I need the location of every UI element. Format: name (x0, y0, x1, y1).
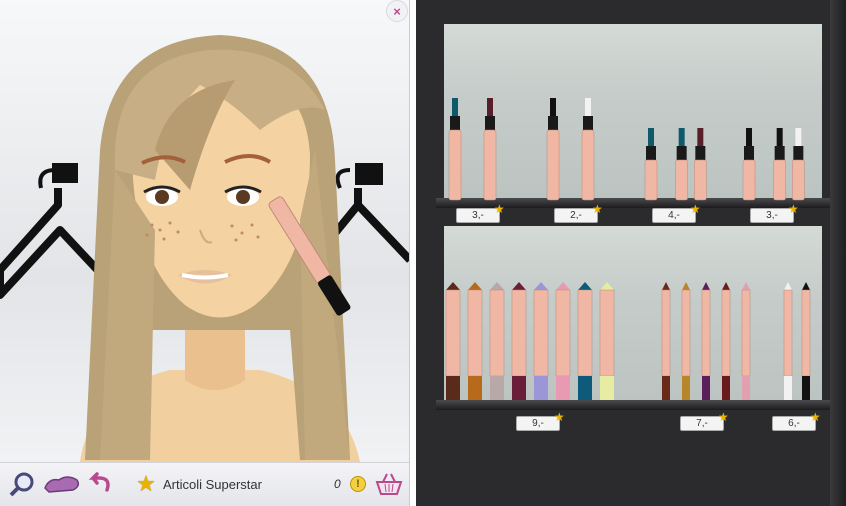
star-icon: ★ (136, 471, 156, 496)
price-star-icon: ★ (494, 202, 505, 216)
pencil-item[interactable] (445, 282, 461, 400)
basket-icon[interactable] (374, 469, 404, 499)
pencil-item[interactable] (721, 282, 731, 400)
price-star-icon: ★ (554, 410, 565, 424)
shoe-icon[interactable] (42, 469, 82, 499)
coin-icon: ! (348, 469, 368, 499)
pencil-item[interactable] (681, 282, 691, 400)
magnifier-icon[interactable] (8, 469, 36, 499)
pencil-item[interactable] (661, 282, 671, 400)
pencil-item[interactable] (467, 282, 483, 400)
bottom-toolbar: ★ Articoli Superstar 0 ! (0, 462, 409, 506)
pencil-item[interactable] (801, 282, 811, 400)
price-star-icon: ★ (592, 202, 603, 216)
mascara-wand (268, 196, 351, 316)
pencil-item[interactable] (533, 282, 549, 400)
pencil-item[interactable] (741, 282, 751, 400)
coin-count: 0 (334, 477, 341, 491)
pencil-item[interactable] (599, 282, 615, 400)
undo-arrow-icon[interactable] (86, 469, 114, 499)
pencil-item[interactable] (577, 282, 593, 400)
price-star-icon: ★ (810, 410, 821, 424)
pencil-item[interactable] (555, 282, 571, 400)
price-star-icon: ★ (690, 202, 701, 216)
pencil-item[interactable] (701, 282, 711, 400)
shop-category-label: Articoli Superstar (163, 477, 262, 492)
close-button[interactable]: × (386, 0, 408, 22)
avatar-preview-panel: × ★ Articoli Superstar 0 ! (0, 0, 410, 506)
pencil-item[interactable] (511, 282, 527, 400)
price-star-icon: ★ (718, 410, 729, 424)
price-star-icon: ★ (788, 202, 799, 216)
game-stage: × ★ Articoli Superstar 0 ! 3,- ★ 2,- ★ 4… (0, 0, 846, 506)
pencil-item[interactable] (783, 282, 793, 400)
shop-shelf-panel: 3,- ★ 2,- ★ 4,- ★ 3,- ★ 9,- ★ 7,- ★ 6,- ★ (416, 0, 846, 506)
pencil-item[interactable] (489, 282, 505, 400)
